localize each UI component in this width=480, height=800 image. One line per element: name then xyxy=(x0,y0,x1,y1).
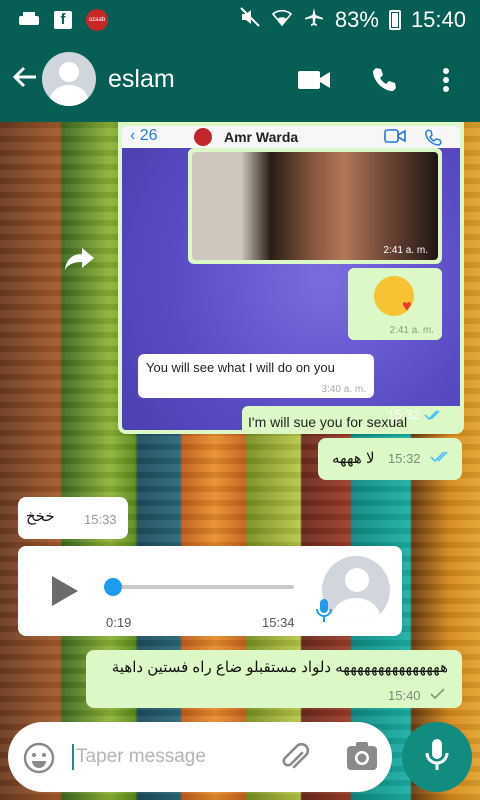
mute-icon xyxy=(239,6,261,34)
screenshot-header: ‹ 26 Amr Warda xyxy=(122,126,460,148)
microphone-icon xyxy=(316,598,332,629)
message-time: 15:32 xyxy=(388,451,421,466)
camera-icon[interactable] xyxy=(346,741,378,776)
screenshot-back: ‹ 26 xyxy=(130,127,158,144)
screenshot-outgoing-text: I'm will sue you for sexual xyxy=(248,414,408,430)
screenshot-incoming-text: You will see what I will do on you xyxy=(146,360,335,375)
single-check-icon xyxy=(430,687,446,705)
video-call-icon[interactable] xyxy=(296,62,332,98)
outgoing-message[interactable]: هههههههههههههههه دلواد مستقبلو ضاع راه ف… xyxy=(86,650,462,708)
play-icon[interactable] xyxy=(50,574,80,613)
clock: 15:40 xyxy=(410,7,466,32)
forward-icon[interactable] xyxy=(62,244,102,274)
kiss-emoji-message: ♥ 2:41 a. m. xyxy=(348,268,442,340)
airplane-icon xyxy=(303,6,325,34)
screenshot-video-icon xyxy=(384,128,406,148)
message-time: 15:33 xyxy=(84,512,117,527)
wifi-icon xyxy=(271,6,293,34)
audio-progress-track[interactable] xyxy=(114,585,294,589)
contact-name[interactable]: eslam xyxy=(108,65,175,94)
message-time: 15:40 xyxy=(388,688,421,703)
chat-area[interactable]: ‹ 26 Amr Warda 2:41 a. m. ♥ 2:41 a. m. Y… xyxy=(0,122,480,800)
message-text: لا هههه xyxy=(332,450,375,467)
emoji-icon[interactable] xyxy=(22,741,56,780)
contact-avatar[interactable] xyxy=(42,52,96,106)
message-input[interactable] xyxy=(76,746,256,768)
screenshot-phone-icon xyxy=(424,128,442,150)
message-text: هههههههههههههههه دلواد مستقبلو ضاع راه ف… xyxy=(111,659,448,676)
image-message[interactable]: ‹ 26 Amr Warda 2:41 a. m. ♥ 2:41 a. m. Y… xyxy=(118,122,464,434)
more-options-icon[interactable] xyxy=(428,62,464,98)
screenshot-avatar xyxy=(194,128,212,146)
incoming-message[interactable]: خخخ 15:33 xyxy=(18,497,128,539)
outgoing-message[interactable]: لا هههه 15:32 xyxy=(318,438,462,480)
chat-header: eslam xyxy=(0,38,480,122)
voice-sender-avatar xyxy=(322,556,390,624)
battery-icon xyxy=(388,10,401,30)
record-voice-button[interactable] xyxy=(402,722,472,792)
kiss-time: 2:41 a. m. xyxy=(389,325,434,336)
phone-call-icon[interactable] xyxy=(366,62,402,98)
status-bar: f ozaab 83% 15:40 xyxy=(0,0,480,38)
heart-icon: ♥ xyxy=(402,298,412,315)
screenshot-contact-name: Amr Warda xyxy=(224,129,299,145)
screenshot-incoming-time: 3:40 a. m. xyxy=(321,384,366,395)
double-check-icon xyxy=(430,450,452,468)
image-message-time: 15:32 xyxy=(387,407,444,422)
double-check-icon xyxy=(424,409,440,420)
screenshot-photo: 2:41 a. m. xyxy=(188,148,442,264)
screenshot-image: ‹ 26 Amr Warda 2:41 a. m. ♥ 2:41 a. m. Y… xyxy=(122,126,460,430)
facebook-icon: f xyxy=(54,11,72,29)
back-arrow-icon[interactable] xyxy=(10,62,40,92)
app-notification-icon: ozaab xyxy=(86,9,108,31)
text-cursor xyxy=(72,744,74,770)
voice-time: 15:34 xyxy=(262,615,295,630)
voice-duration: 0:19 xyxy=(106,615,132,630)
audio-seek-handle[interactable] xyxy=(104,578,122,596)
battery-level: 83% xyxy=(334,7,379,32)
photo-time: 2:41 a. m. xyxy=(383,245,428,256)
screenshot-incoming-message: You will see what I will do on you 3:40 … xyxy=(138,354,374,398)
attach-icon[interactable] xyxy=(278,741,312,780)
cast-icon xyxy=(18,10,40,30)
message-composer xyxy=(8,722,392,792)
microphone-icon xyxy=(425,738,449,777)
message-text: خخخ xyxy=(26,508,55,525)
voice-message[interactable]: 0:19 15:34 xyxy=(18,546,402,636)
